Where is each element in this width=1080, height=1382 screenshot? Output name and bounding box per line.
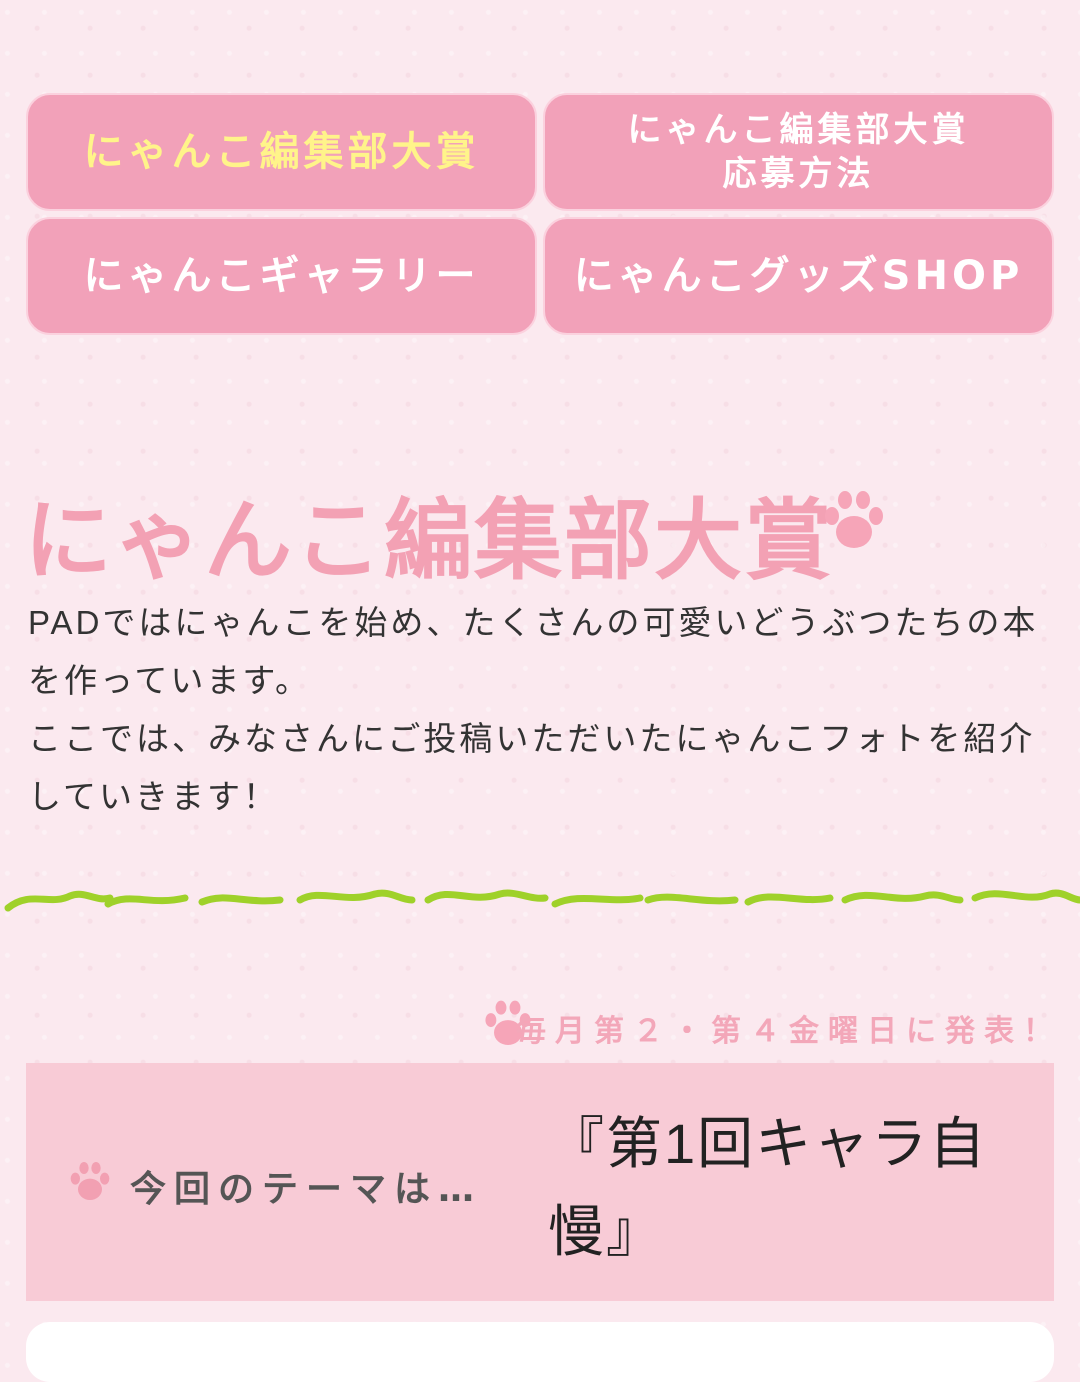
content-card (26, 1322, 1054, 1382)
nav-button-gallery[interactable]: にゃんこギャラリー (26, 217, 537, 335)
nav-button-label: にゃんこ編集部大賞 応募方法 (627, 110, 970, 194)
nav-button-label: にゃんこギャラリー (83, 253, 480, 299)
category-nav: にゃんこ編集部大賞 にゃんこ編集部大賞 応募方法 にゃんこギャラリー にゃんこグ… (26, 93, 1054, 335)
paw-icon (825, 491, 883, 548)
paw-icon (70, 1162, 110, 1200)
theme-label: 今回のテーマは… (130, 1169, 483, 1210)
announcement-schedule: 毎月第２・第４金曜日に発表！ (516, 1014, 1062, 1049)
page-title: にゃんこ編集部大賞 (24, 489, 835, 592)
theme-title: 『第1回キャラ自慢』 (548, 1112, 988, 1263)
intro-text: PADではにゃんこを始め、たくさんの可愛いどうぶつたちの本を作っています。 ここ… (28, 604, 1039, 815)
nav-button-goods-shop[interactable]: にゃんこグッズSHOP (543, 217, 1054, 335)
nav-button-label: にゃんこ編集部大賞 (83, 129, 480, 175)
nav-button-award[interactable]: にゃんこ編集部大賞 (26, 93, 537, 211)
nav-button-label: にゃんこグッズSHOP (573, 253, 1024, 299)
grass-divider (4, 889, 1080, 912)
nav-button-how-to-apply[interactable]: にゃんこ編集部大賞 応募方法 (543, 93, 1054, 211)
